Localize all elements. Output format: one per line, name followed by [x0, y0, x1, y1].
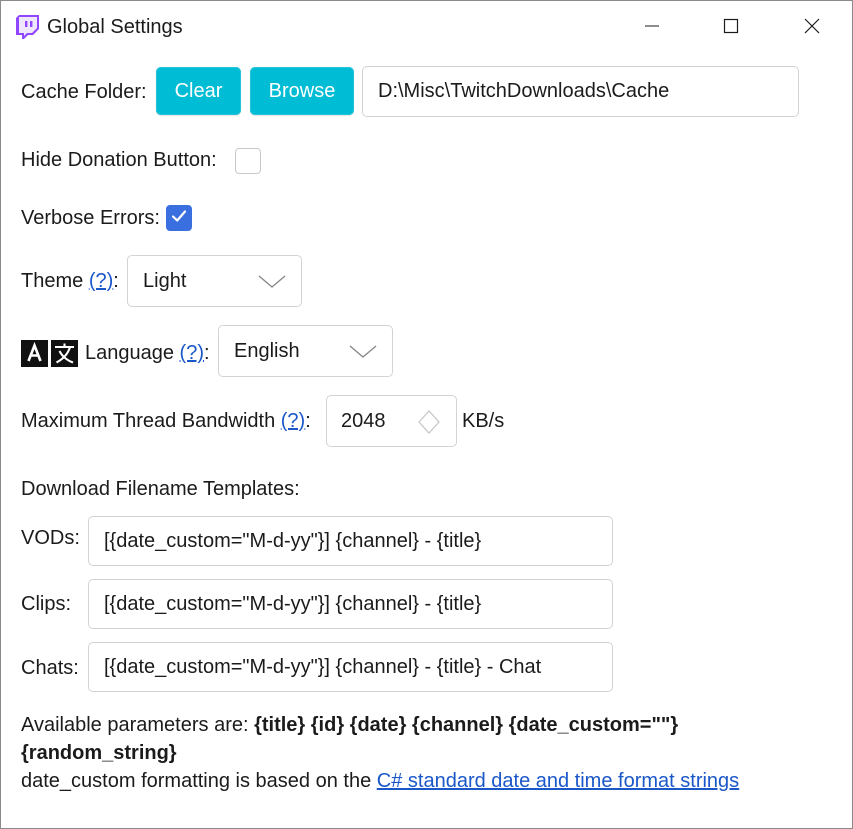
close-icon [804, 18, 820, 39]
theme-help-link[interactable]: (?) [89, 270, 113, 292]
bandwidth-help-link[interactable]: (?) [281, 410, 305, 432]
chats-template-input[interactable]: [{date_custom="M-d-yy"}] {channel} - {ti… [88, 642, 613, 692]
parameters-list-continued: {random_string} [21, 742, 177, 764]
language-label-text: Language [85, 342, 174, 364]
hide-donation-label: Hide Donation Button: [21, 149, 217, 171]
minimize-button[interactable] [622, 1, 682, 55]
language-dropdown[interactable]: English [218, 325, 393, 377]
chats-label: Chats: [21, 657, 79, 679]
checkmark-icon [170, 207, 188, 230]
bandwidth-numeric-input[interactable]: 2048 [326, 395, 457, 447]
translate-icon [21, 340, 78, 372]
parameters-help: Available parameters are: {title} {id} {… [21, 711, 739, 795]
clips-template-input[interactable]: [{date_custom="M-d-yy"}] {channel} - {ti… [88, 579, 613, 629]
format-prefix: date_custom formatting is based on the [21, 770, 377, 792]
title-bar: Global Settings [1, 1, 852, 55]
theme-dropdown-value: Light [143, 269, 187, 292]
clear-cache-button[interactable]: Clear [156, 67, 241, 115]
theme-dropdown[interactable]: Light [127, 255, 302, 307]
spinner-icon[interactable] [418, 408, 440, 442]
theme-colon: : [113, 270, 119, 292]
templates-heading: Download Filename Templates: [21, 478, 300, 500]
language-colon: : [204, 342, 210, 364]
vods-label: VODs: [21, 527, 80, 549]
bandwidth-value: 2048 [341, 409, 386, 432]
vods-template-input[interactable]: [{date_custom="M-d-yy"}] {channel} - {ti… [88, 516, 613, 566]
hide-donation-checkbox[interactable] [235, 148, 261, 174]
bandwidth-label: Maximum Thread Bandwidth (?): [21, 410, 311, 433]
language-dropdown-value: English [234, 339, 300, 362]
chevron-down-icon [257, 271, 287, 297]
theme-label: Theme (?): [21, 270, 119, 293]
settings-window: Global Settings Cache Folder: Clear Brow… [0, 0, 853, 829]
close-button[interactable] [782, 1, 842, 55]
cache-folder-input[interactable]: D:\Misc\TwitchDownloads\Cache [362, 66, 799, 117]
chevron-down-icon [348, 341, 378, 367]
clips-label: Clips: [21, 593, 72, 615]
bandwidth-label-text: Maximum Thread Bandwidth [21, 410, 276, 432]
language-label: Language (?): [85, 342, 210, 365]
bandwidth-unit: KB/s [462, 410, 505, 432]
theme-label-text: Theme [21, 270, 84, 292]
cache-folder-label: Cache Folder: [21, 81, 147, 103]
browse-button[interactable]: Browse [250, 67, 354, 115]
verbose-errors-label: Verbose Errors: [21, 207, 160, 229]
maximize-icon [723, 18, 739, 39]
twitch-app-icon [14, 15, 40, 39]
parameters-prefix: Available parameters are: [21, 714, 255, 736]
window-title: Global Settings [47, 16, 183, 38]
date-format-link[interactable]: C# standard date and time format strings [377, 770, 739, 792]
verbose-errors-checkbox[interactable] [166, 205, 192, 231]
language-help-link[interactable]: (?) [180, 342, 204, 364]
minimize-icon [644, 18, 660, 39]
bandwidth-colon: : [305, 410, 311, 432]
parameters-list: {title} {id} {date} {channel} {date_cust… [254, 714, 679, 736]
maximize-button[interactable] [701, 1, 761, 55]
